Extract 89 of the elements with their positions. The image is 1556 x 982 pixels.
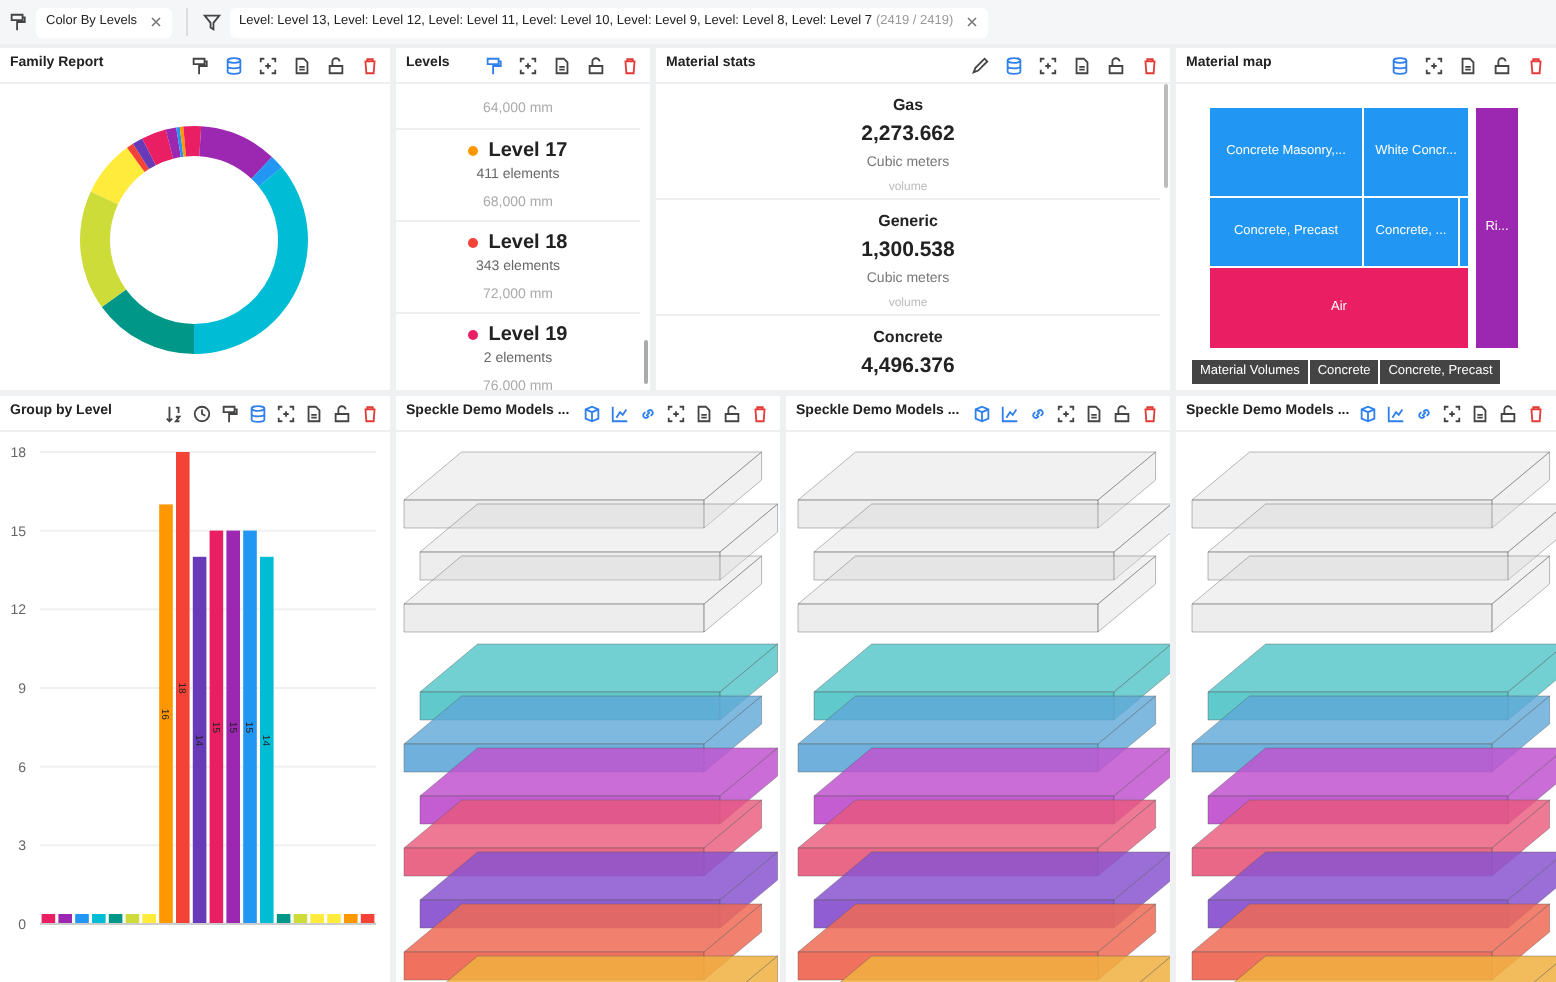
line-chart-icon[interactable] xyxy=(610,403,630,423)
document-icon[interactable] xyxy=(1072,55,1092,75)
document-icon[interactable] xyxy=(552,55,572,75)
bar[interactable] xyxy=(276,914,291,924)
bar[interactable] xyxy=(58,914,72,924)
unlocked-padlock-icon[interactable] xyxy=(1498,403,1518,423)
link-icon[interactable] xyxy=(1414,403,1434,423)
clock-icon[interactable] xyxy=(192,403,212,423)
material-name: Concrete xyxy=(873,326,943,350)
trash-icon[interactable] xyxy=(1526,55,1546,75)
building-model-drawing[interactable] xyxy=(797,451,1170,982)
building-model-drawing[interactable] xyxy=(1191,451,1556,982)
trash-icon[interactable] xyxy=(1140,55,1160,75)
trash-icon[interactable] xyxy=(1140,403,1160,423)
paint-roller-icon[interactable] xyxy=(220,403,240,423)
level-name: Level 19 xyxy=(488,322,568,350)
donut-slice[interactable] xyxy=(127,143,149,173)
database-icon[interactable] xyxy=(1004,55,1024,75)
donut-slice[interactable] xyxy=(194,126,202,157)
focus-frame-icon[interactable] xyxy=(1038,55,1058,75)
pencil-icon[interactable] xyxy=(970,55,990,75)
filter-icon[interactable] xyxy=(201,12,222,32)
trash-icon[interactable] xyxy=(620,55,640,75)
focus-frame-icon[interactable] xyxy=(1424,55,1444,75)
line-chart-icon[interactable] xyxy=(1000,403,1020,423)
focus-frame-icon[interactable] xyxy=(258,55,278,75)
close-icon[interactable] xyxy=(149,16,162,28)
unlocked-padlock-icon[interactable] xyxy=(332,403,352,423)
donut-slice[interactable] xyxy=(80,191,127,307)
focus-frame-icon[interactable] xyxy=(276,403,296,423)
database-icon[interactable] xyxy=(224,55,244,75)
link-icon[interactable] xyxy=(1028,403,1048,423)
paint-roller-icon[interactable] xyxy=(8,12,28,32)
donut-slice[interactable] xyxy=(165,127,181,159)
trash-icon[interactable] xyxy=(750,403,770,423)
material-name: Gas xyxy=(892,94,924,118)
trash-icon[interactable] xyxy=(360,403,380,423)
bar[interactable] xyxy=(108,914,123,924)
donut-slice[interactable] xyxy=(132,138,156,170)
unlocked-padlock-icon[interactable] xyxy=(326,55,346,75)
trash-icon[interactable] xyxy=(360,55,380,75)
document-icon[interactable] xyxy=(1470,403,1490,423)
donut-slice[interactable] xyxy=(142,129,174,166)
unlocked-padlock-icon[interactable] xyxy=(722,403,742,423)
material-volume-value: 4,496.376 xyxy=(861,352,955,382)
building-model-drawing[interactable] xyxy=(403,451,779,982)
cube-icon[interactable] xyxy=(582,403,602,423)
line-chart-icon[interactable] xyxy=(1386,403,1406,423)
document-icon[interactable] xyxy=(694,403,714,423)
donut-slice[interactable] xyxy=(251,156,282,187)
sort-icon[interactable] xyxy=(164,403,184,423)
scrollbar-thumb[interactable] xyxy=(644,340,648,384)
donut-slice[interactable] xyxy=(199,126,273,179)
material-volume-value: 1,300.538 xyxy=(861,236,955,266)
unlocked-padlock-icon[interactable] xyxy=(586,55,606,75)
cube-icon[interactable] xyxy=(972,403,992,423)
focus-frame-icon[interactable] xyxy=(1442,403,1462,423)
document-icon[interactable] xyxy=(1084,403,1104,423)
bar[interactable] xyxy=(360,914,375,924)
level-name: Level 18 xyxy=(488,230,568,258)
unlocked-padlock-icon[interactable] xyxy=(1112,403,1132,423)
material-name: Generic xyxy=(878,210,938,234)
scrollbar-thumb[interactable] xyxy=(1164,84,1168,188)
level-name: Level 17 xyxy=(488,138,568,166)
donut-slice[interactable] xyxy=(176,126,184,158)
document-icon[interactable] xyxy=(1458,55,1478,75)
bar[interactable] xyxy=(192,556,207,924)
database-icon[interactable] xyxy=(1390,55,1410,75)
donut-slice[interactable] xyxy=(101,289,194,354)
treemap-tile[interactable] xyxy=(1460,198,1468,266)
link-icon[interactable] xyxy=(638,403,658,423)
bar[interactable] xyxy=(226,530,240,924)
document-icon[interactable] xyxy=(304,403,324,423)
material-volume-value: 2,273.662 xyxy=(861,120,955,150)
focus-frame-icon[interactable] xyxy=(518,55,538,75)
focus-frame-icon[interactable] xyxy=(1056,403,1076,423)
donut-slice[interactable] xyxy=(90,147,145,205)
bar[interactable] xyxy=(209,530,224,924)
paint-roller-icon[interactable] xyxy=(190,55,210,75)
focus-frame-icon[interactable] xyxy=(666,403,686,423)
bar[interactable] xyxy=(41,914,56,924)
unlocked-padlock-icon[interactable] xyxy=(1492,55,1512,75)
donut-slice[interactable] xyxy=(179,126,187,157)
database-icon[interactable] xyxy=(248,403,268,423)
close-icon[interactable] xyxy=(965,16,978,28)
cube-icon[interactable] xyxy=(1358,403,1378,423)
unlocked-padlock-icon[interactable] xyxy=(1106,55,1126,75)
document-icon[interactable] xyxy=(292,55,312,75)
trash-icon[interactable] xyxy=(1526,403,1546,423)
